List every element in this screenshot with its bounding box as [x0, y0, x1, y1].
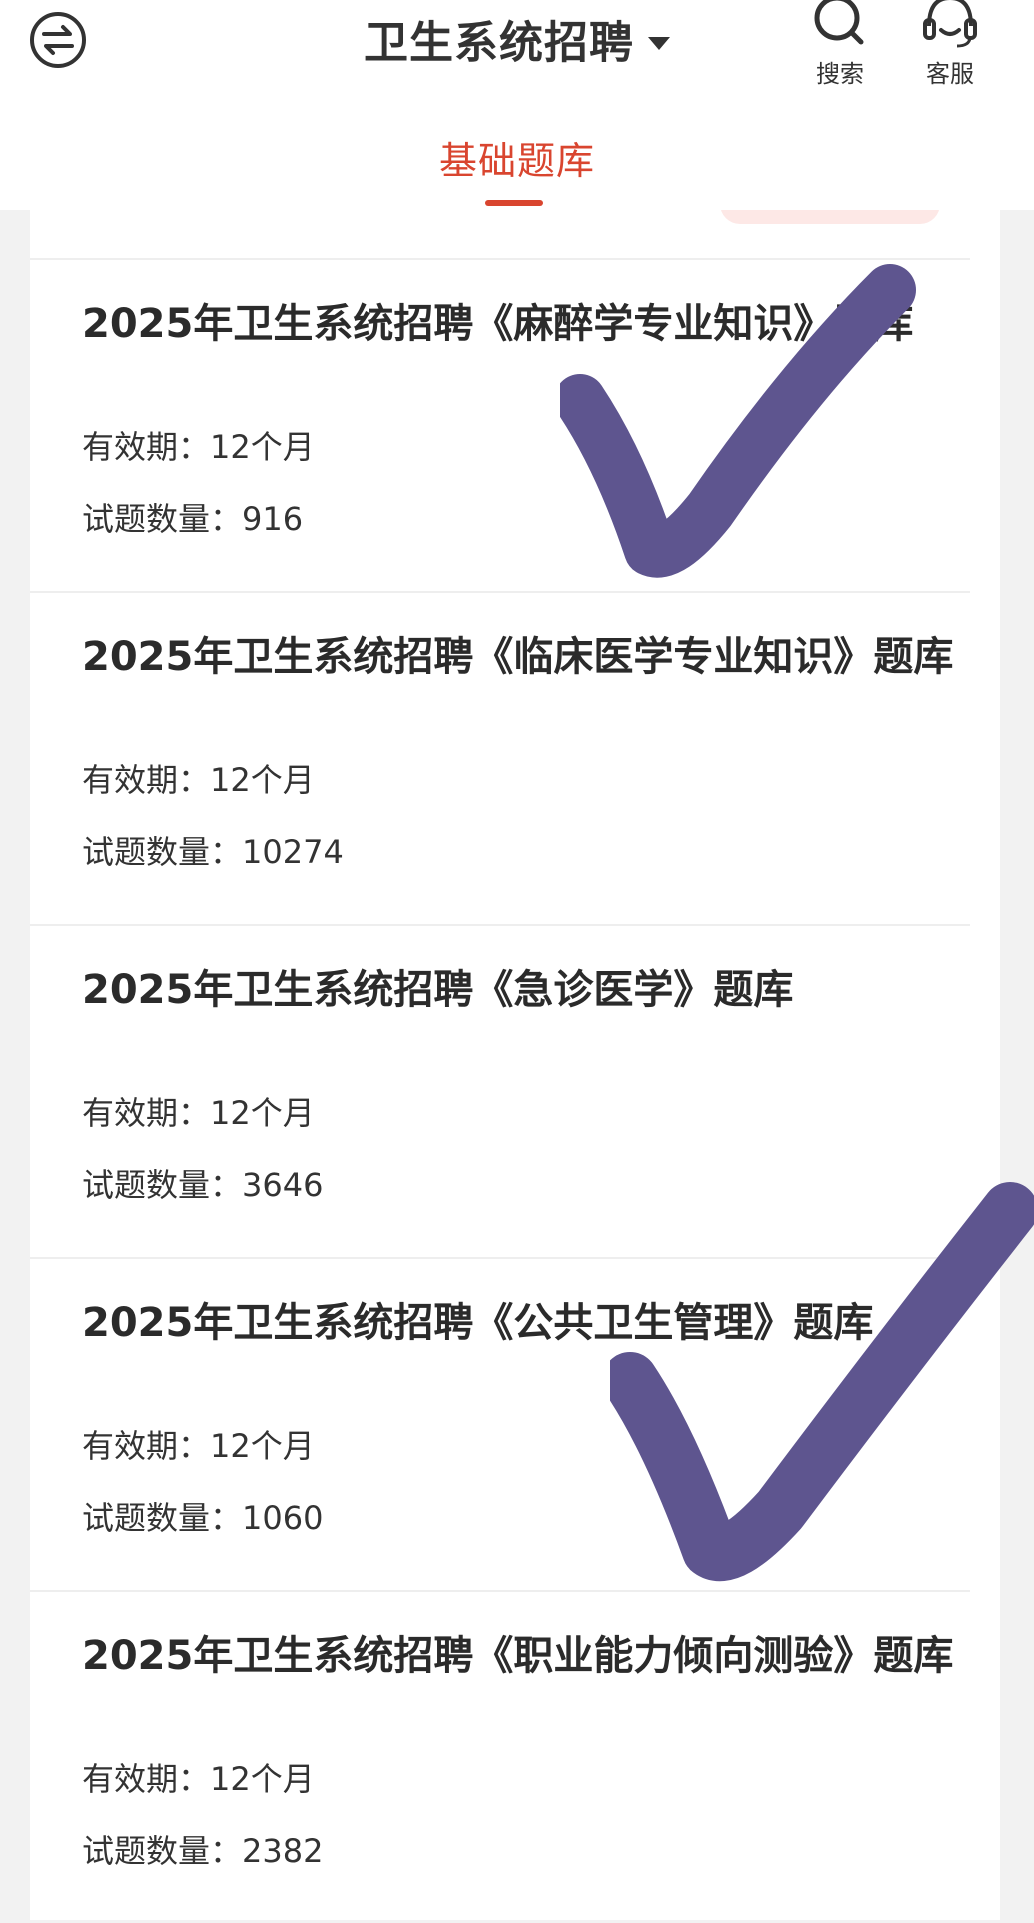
customer-service-button[interactable]: 客服 — [910, 0, 990, 89]
tab-active-indicator — [485, 200, 543, 206]
count-value: 2382 — [242, 1832, 324, 1870]
count-label: 试题数量： — [82, 500, 243, 538]
validity-value: 12个月 — [210, 1760, 315, 1798]
validity-label: 有效期： — [82, 1760, 211, 1798]
item-title: 2025年卫生系统招聘《急诊医学》题库 — [82, 967, 794, 1013]
dropdown-caret-icon — [648, 37, 670, 50]
validity-label: 有效期： — [82, 761, 211, 799]
question-count-row: 试题数量：3646 — [82, 1160, 323, 1206]
tab-basic-question-bank[interactable]: 基础题库 — [0, 130, 1034, 185]
validity-row: 有效期：12个月 — [82, 1088, 315, 1134]
question-count-row: 试题数量：10274 — [82, 827, 344, 873]
page-title: 卫生系统招聘 — [364, 17, 634, 69]
search-icon — [814, 0, 864, 45]
item-title: 2025年卫生系统招聘《公共卫生管理》题库 — [82, 1300, 874, 1346]
validity-label: 有效期： — [82, 1094, 211, 1132]
headset-icon — [923, 0, 977, 48]
question-count-row: 试题数量：2382 — [82, 1826, 323, 1872]
question-count-row: 试题数量：1060 — [82, 1493, 323, 1539]
list-item[interactable]: 2025年卫生系统招聘《公共卫生管理》题库 有效期：12个月 试题数量：1060 — [30, 1257, 970, 1590]
validity-row: 有效期：12个月 — [82, 1754, 315, 1800]
list-item[interactable]: 2025年卫生系统招聘《急诊医学》题库 有效期：12个月 试题数量：3646 — [30, 924, 970, 1257]
count-value: 10274 — [242, 833, 344, 871]
validity-row: 有效期：12个月 — [82, 755, 315, 801]
count-label: 试题数量： — [82, 1499, 243, 1537]
item-title: 2025年卫生系统招聘《麻醉学专业知识》题库 — [82, 301, 914, 347]
count-value: 916 — [242, 500, 304, 538]
service-label: 客服 — [926, 60, 974, 88]
validity-label: 有效期： — [82, 1427, 211, 1465]
count-label: 试题数量： — [82, 1832, 243, 1870]
count-label: 试题数量： — [82, 833, 243, 871]
item-title: 2025年卫生系统招聘《职业能力倾向测验》题库 — [82, 1633, 954, 1679]
validity-value: 12个月 — [210, 1427, 315, 1465]
top-bar: 卫生系统招聘 搜索 客服 基础题库 — [0, 0, 1034, 210]
list-item[interactable]: 2025年卫生系统招聘《麻醉学专业知识》题库 有效期：12个月 试题数量：916 — [30, 258, 970, 591]
search-label: 搜索 — [816, 60, 864, 88]
item-title: 2025年卫生系统招聘《临床医学专业知识》题库 — [82, 634, 954, 680]
validity-value: 12个月 — [210, 428, 315, 466]
validity-value: 12个月 — [210, 1094, 315, 1132]
count-value: 3646 — [242, 1166, 324, 1204]
list-item[interactable]: 2025年卫生系统招聘《职业能力倾向测验》题库 有效期：12个月 试题数量：23… — [30, 1590, 970, 1923]
search-button[interactable]: 搜索 — [800, 0, 880, 89]
tab-label: 基础题库 — [438, 139, 595, 183]
count-label: 试题数量： — [82, 1166, 243, 1204]
list-item[interactable]: 2025年卫生系统招聘《临床医学专业知识》题库 有效期：12个月 试题数量：10… — [30, 591, 970, 924]
count-value: 1060 — [242, 1499, 324, 1537]
question-bank-list: 2025年卫生系统招聘《麻醉学专业知识》题库 有效期：12个月 试题数量：916… — [30, 258, 970, 1923]
validity-label: 有效期： — [82, 428, 211, 466]
validity-row: 有效期：12个月 — [82, 1421, 315, 1467]
question-count-row: 试题数量：916 — [82, 494, 303, 540]
validity-value: 12个月 — [210, 761, 315, 799]
validity-row: 有效期：12个月 — [82, 422, 315, 468]
